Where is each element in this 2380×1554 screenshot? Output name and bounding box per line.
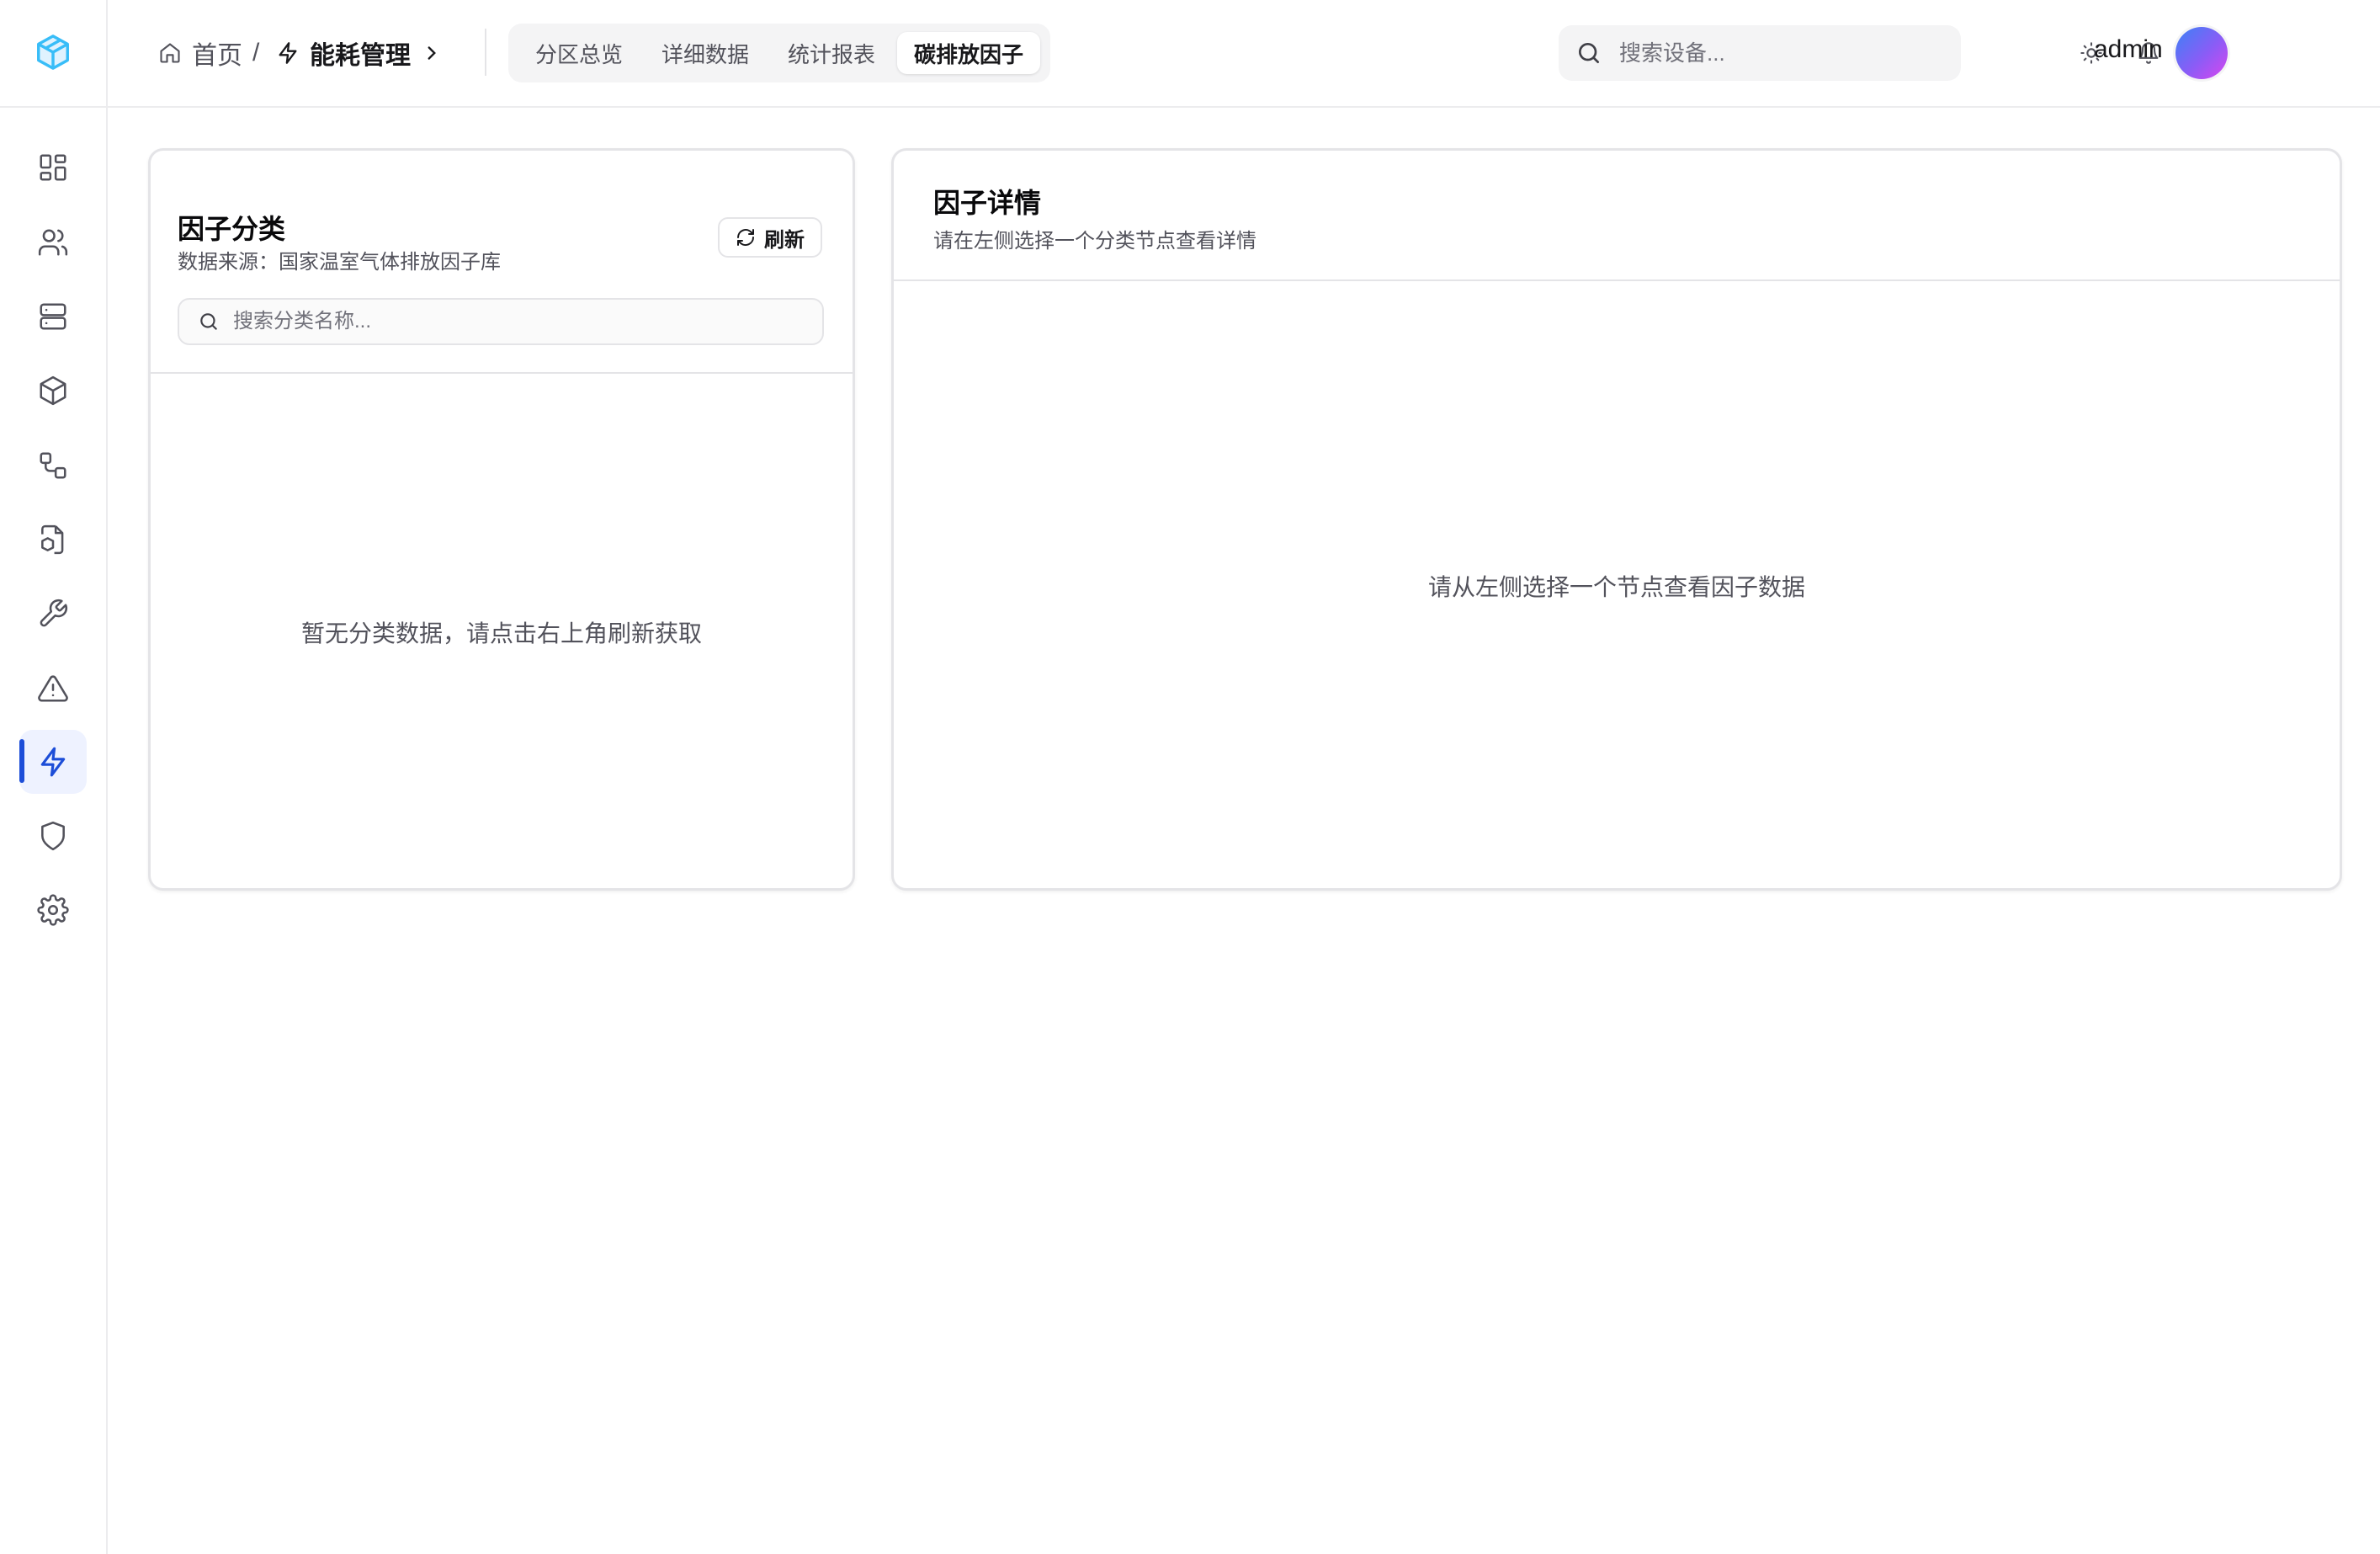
category-search-input[interactable]: [231, 309, 807, 334]
alert-triangle-icon: [38, 675, 68, 702]
user-avatar[interactable]: [2175, 27, 2228, 79]
sidebar-item-dashboard[interactable]: [19, 136, 87, 200]
zap-icon: [40, 747, 66, 777]
chevron-right-icon: [428, 46, 436, 60]
refresh-icon: [737, 229, 754, 246]
cube-icon: [40, 375, 66, 406]
username-label[interactable]: admin: [2094, 35, 2163, 64]
category-search[interactable]: [178, 298, 824, 345]
refresh-label: 刷新: [764, 228, 805, 252]
sidebar-item-settings[interactable]: [19, 878, 87, 942]
sidebar-item-files[interactable]: [19, 508, 87, 572]
sidebar-item-workflow[interactable]: [19, 434, 87, 498]
breadcrumb-current[interactable]: 能耗管理: [276, 32, 443, 74]
zap-icon: [279, 42, 297, 64]
factor-detail-panel: 因子详情 请在左侧选择一个分类节点查看详情 请从左侧选择一个节点查看因子数据: [891, 148, 2342, 891]
app-logo[interactable]: [28, 26, 78, 78]
settings-icon: [37, 894, 69, 926]
sidebar-item-energy[interactable]: [19, 730, 87, 794]
factor-category-panel: 因子分类 数据来源：国家温室气体排放因子库 刷新 暂无分类数据，请点击右上角刷新…: [148, 148, 855, 891]
search-icon: [1579, 43, 1599, 63]
data-source-label: 数据来源：国家温室气体排放因子库: [178, 251, 501, 274]
wrench-icon: [40, 599, 68, 627]
refresh-button[interactable]: 刷新: [718, 217, 822, 258]
workflow-icon: [40, 452, 66, 479]
factor-detail-title: 因子详情: [933, 188, 1042, 218]
sub-tabs: 分区总览 详细数据 统计报表 碳排放因子: [508, 24, 1051, 82]
users-icon: [38, 229, 68, 256]
tab-detail-data[interactable]: 详细数据: [645, 32, 766, 74]
sidebar-item-maintenance[interactable]: [19, 582, 87, 646]
tab-carbon-factor[interactable]: 碳排放因子: [897, 32, 1041, 74]
file-box-icon: [41, 524, 64, 555]
sidebar-item-assets[interactable]: [19, 359, 87, 423]
breadcrumb-home[interactable]: 首页: [158, 32, 242, 74]
sidebar-active-indicator: [19, 739, 24, 783]
device-search[interactable]: [1559, 25, 1961, 81]
sidebar-item-users[interactable]: [19, 210, 87, 274]
sidebar-divider: [0, 106, 106, 108]
tab-zone-overview[interactable]: 分区总览: [518, 32, 640, 74]
breadcrumb-separator: /: [252, 39, 260, 67]
category-empty-message: 暂无分类数据，请点击右上角刷新获取: [300, 620, 702, 647]
server-icon: [40, 303, 66, 330]
panel-divider: [894, 279, 2340, 281]
panel-divider: [151, 372, 853, 374]
shield-icon: [41, 821, 65, 851]
home-icon: [160, 43, 180, 63]
factor-detail-subtitle: 请在左侧选择一个分类节点查看详情: [933, 230, 1256, 253]
dashboard-icon: [40, 154, 66, 181]
logo-cube-icon: [37, 35, 69, 70]
factor-category-title: 因子分类: [178, 214, 286, 244]
sidebar: [0, 0, 108, 1554]
breadcrumb-current-label: 能耗管理: [310, 42, 411, 70]
breadcrumb-home-label: 首页: [192, 42, 242, 70]
top-bar: 首页 / 能耗管理 分区总览 详细数据 统计报表 碳排放因子 admin: [108, 0, 2380, 108]
sidebar-item-servers[interactable]: [19, 285, 87, 349]
sidebar-item-security[interactable]: [19, 804, 87, 868]
tab-statistics-report[interactable]: 统计报表: [771, 32, 892, 74]
search-icon: [200, 313, 217, 330]
device-search-input[interactable]: [1618, 39, 1941, 67]
header-divider: [485, 29, 486, 76]
sidebar-item-alarms[interactable]: [19, 657, 87, 721]
factor-detail-empty-message: 请从左侧选择一个节点查看因子数据: [1427, 574, 1805, 600]
